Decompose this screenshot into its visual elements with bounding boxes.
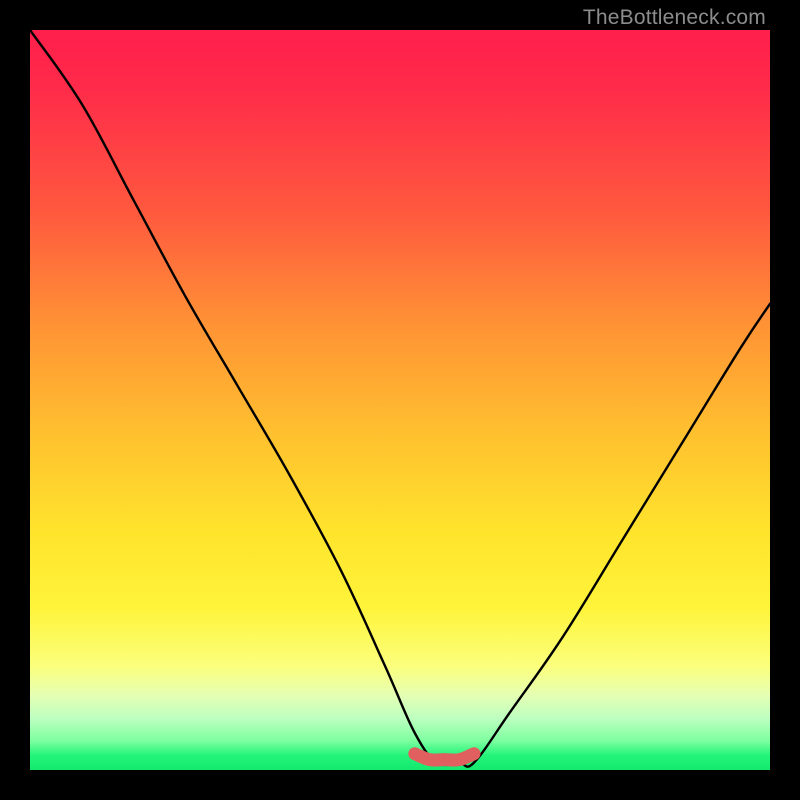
plot-area [30, 30, 770, 770]
highlight-segment [415, 754, 474, 760]
chart-svg [30, 30, 770, 770]
chart-frame: TheBottleneck.com [0, 0, 800, 800]
watermark-text: TheBottleneck.com [583, 6, 766, 30]
curve-line [30, 30, 770, 767]
